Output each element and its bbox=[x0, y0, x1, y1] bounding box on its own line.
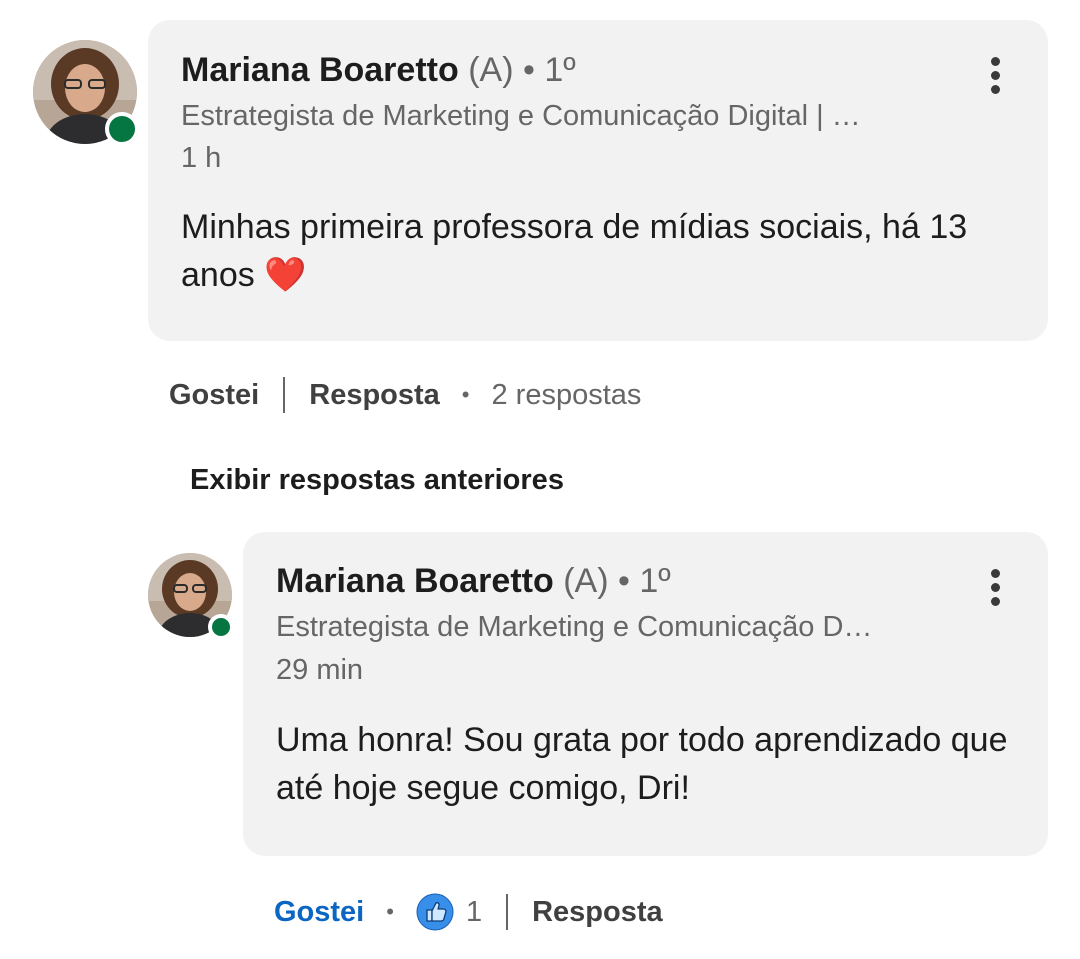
reply-button[interactable]: Resposta bbox=[309, 377, 440, 413]
separator-dot: • bbox=[461, 382, 470, 407]
comment-text: Minhas primeira professora de mídias soc… bbox=[181, 208, 968, 294]
comment-author-name[interactable]: Mariana Boaretto bbox=[181, 51, 459, 89]
author-pronoun: (A) bbox=[468, 51, 514, 89]
like-button[interactable]: Gostei bbox=[169, 377, 259, 413]
comment-author-avatar[interactable] bbox=[33, 40, 139, 146]
reply-button[interactable]: Resposta bbox=[532, 894, 663, 930]
separator-dot: • bbox=[386, 899, 394, 924]
comment-actions: Gostei Resposta • 2 respostas bbox=[169, 377, 641, 413]
reaction-count[interactable]: 1 bbox=[466, 894, 482, 930]
comment-author-headline: Estrategista de Marketing e Comunicação … bbox=[181, 100, 861, 132]
separator-dot: • bbox=[617, 562, 630, 600]
connection-degree: 1º bbox=[544, 51, 576, 89]
reply-text: Uma honra! Sou grata por todo aprendizad… bbox=[276, 721, 1008, 807]
comment-timestamp: 1 h bbox=[181, 142, 222, 174]
reply-author-line[interactable]: Mariana Boaretto (A) • 1º bbox=[276, 561, 671, 601]
reply-timestamp: 29 min bbox=[276, 654, 364, 686]
online-status-indicator bbox=[208, 614, 234, 640]
action-divider bbox=[506, 894, 509, 930]
reply-actions: Gostei • 1 Resposta bbox=[274, 893, 663, 931]
more-vertical-icon[interactable] bbox=[991, 569, 1001, 611]
thumbs-up-icon[interactable] bbox=[416, 893, 454, 931]
reply-author-avatar[interactable] bbox=[148, 553, 234, 640]
separator-dot: • bbox=[522, 51, 535, 89]
comment-bubble: Mariana Boaretto (A) • 1º Estrategista d… bbox=[148, 20, 1048, 341]
action-divider bbox=[283, 377, 286, 413]
show-previous-replies-link[interactable]: Exibir respostas anteriores bbox=[190, 462, 564, 498]
online-status-indicator bbox=[105, 112, 139, 146]
more-vertical-icon[interactable] bbox=[991, 57, 1001, 99]
connection-degree: 1º bbox=[639, 562, 671, 600]
reply-author-name[interactable]: Mariana Boaretto bbox=[276, 562, 554, 600]
author-pronoun: (A) bbox=[563, 562, 609, 600]
like-button[interactable]: Gostei bbox=[274, 894, 364, 930]
reply-bubble: Mariana Boaretto (A) • 1º Estrategista d… bbox=[243, 532, 1048, 856]
reply-author-headline: Estrategista de Marketing e Comunicação … bbox=[276, 611, 873, 643]
comment-author-line[interactable]: Mariana Boaretto (A) • 1º bbox=[181, 50, 576, 90]
replies-count-link[interactable]: 2 respostas bbox=[492, 377, 642, 413]
